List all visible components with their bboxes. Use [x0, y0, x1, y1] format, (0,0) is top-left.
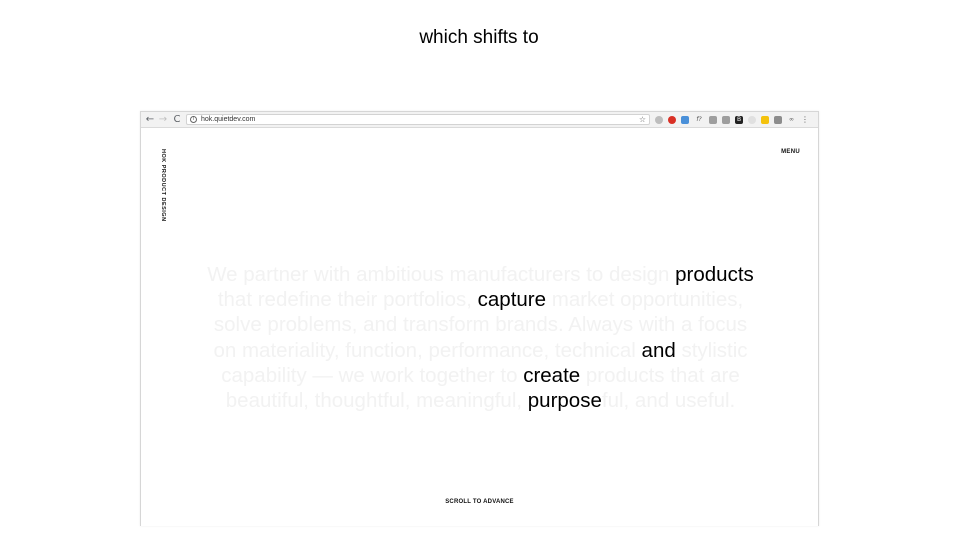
highlight-word: create [523, 363, 581, 387]
forward-arrow-icon[interactable]: → [157, 113, 169, 126]
highlight-word: capture [477, 288, 547, 312]
extension-yellow-icon[interactable] [761, 116, 769, 124]
extension-grey-icon[interactable] [722, 116, 730, 124]
browser-window: ← → C i hok.quietdev.com ☆ f? B ∞ ⋮ HOK … [140, 111, 819, 526]
hero-line: We partner with ambitious manufacturers … [207, 263, 754, 286]
web-page: HOK PRODUCT DESIGN MENU We partner with … [141, 129, 818, 526]
extension-grey-circle-icon[interactable] [655, 116, 663, 124]
highlight-word: and [641, 338, 676, 362]
slide-caption: which shifts to [419, 27, 539, 48]
menu-button[interactable]: MENU [781, 149, 800, 155]
extension-icons: f? B ∞ ⋮ [655, 115, 809, 125]
hero-line: beautiful, thoughtful, meaningful, purpo… [225, 389, 736, 413]
info-icon[interactable]: i [190, 116, 197, 123]
extension-f-icon[interactable]: f? [694, 116, 704, 124]
kebab-menu-icon[interactable]: ⋮ [801, 116, 809, 124]
bookmark-star-icon[interactable]: ☆ [639, 114, 646, 125]
highlight-word: products [675, 263, 754, 286]
extension-red-circle-icon[interactable] [668, 116, 676, 124]
hero-line: that redefine their portfolios, capture … [217, 288, 744, 312]
link-icon[interactable]: ∞ [787, 116, 796, 124]
back-arrow-icon[interactable]: ← [144, 113, 156, 126]
url-text[interactable]: hok.quietdev.com [201, 115, 255, 125]
extension-blue-icon[interactable] [681, 116, 689, 124]
browser-toolbar: ← → C i hok.quietdev.com ☆ f? B ∞ ⋮ [141, 112, 818, 128]
hero-line: capability — we work together to create … [221, 363, 740, 387]
scroll-to-advance-label: SCROLL TO ADVANCE [445, 499, 514, 505]
extension-b-icon[interactable]: B [735, 116, 743, 124]
reload-icon[interactable]: C [171, 113, 183, 126]
hero-line: solve problems, and transform brands. Al… [213, 313, 748, 337]
brand-text: HOK PRODUCT DESIGN [160, 149, 166, 222]
cast-icon[interactable] [709, 116, 717, 124]
highlight-word: purpose [527, 389, 602, 413]
address-bar[interactable]: i hok.quietdev.com ☆ [186, 114, 650, 125]
hero-line: on materiality, function, performance, t… [213, 338, 748, 362]
extension-square-icon[interactable] [774, 116, 782, 124]
hero-statement: We partner with ambitious manufacturers … [141, 262, 820, 413]
extension-light-icon[interactable] [748, 116, 756, 124]
